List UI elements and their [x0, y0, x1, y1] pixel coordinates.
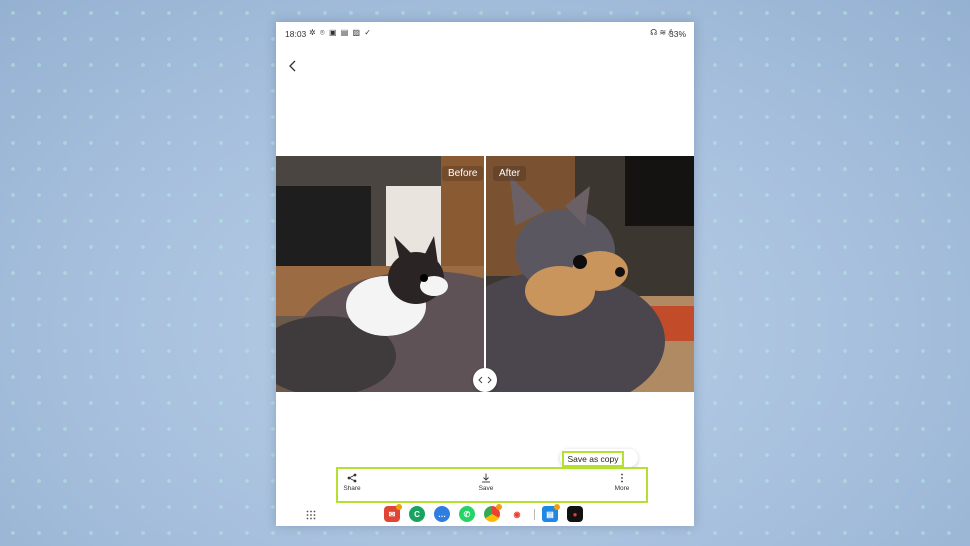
bottom-action-bar: Share Save More [336, 467, 648, 503]
battery-level: 33% [668, 29, 686, 39]
chevron-left-icon [289, 60, 296, 72]
chevrons-left-right-icon [478, 376, 492, 384]
whatsapp-app-icon[interactable]: ✆ [459, 506, 475, 522]
comparison-slider-handle[interactable] [473, 368, 497, 392]
save-button[interactable]: Save [466, 473, 506, 492]
maps-app-icon[interactable]: ◉ [509, 506, 525, 522]
status-bar: 18:03 ✲ ⌾ ▣ ▤ ▨ ✓ ☊ ≋ ⫽ 33% [276, 22, 694, 44]
download-icon [482, 473, 490, 483]
before-image [276, 156, 485, 392]
more-vertical-icon [621, 473, 623, 483]
status-time: 18:03 [285, 29, 307, 39]
phone-app-icon[interactable]: C [409, 506, 425, 522]
before-label: Before [442, 166, 484, 181]
notification-badge [496, 504, 502, 510]
save-as-copy-popup[interactable]: Save as copy [560, 449, 638, 467]
back-button[interactable] [284, 56, 302, 76]
comparison-divider [484, 156, 486, 392]
notification-badge [396, 504, 402, 510]
more-label: More [614, 485, 630, 492]
after-image [485, 156, 694, 392]
device-screen: 18:03 ✲ ⌾ ▣ ▤ ▨ ✓ ☊ ≋ ⫽ 33% Before After… [276, 22, 694, 526]
after-label: After [493, 166, 527, 181]
mail-app-icon[interactable]: ✉ [384, 504, 402, 522]
share-button[interactable]: Share [332, 473, 372, 492]
save-as-copy-option[interactable]: Save as copy [562, 451, 624, 467]
messages-app-icon[interactable]: … [434, 506, 450, 522]
screen-recorder-app-icon[interactable]: ● [567, 506, 583, 522]
apps-grid-icon[interactable] [306, 510, 316, 520]
share-label: Share [343, 485, 361, 492]
app-dock: ✉ C … ✆ ◉ ▤ ● [276, 504, 694, 526]
dock-separator [534, 509, 535, 520]
calendar-app-icon[interactable]: ▤ [542, 504, 560, 522]
more-button[interactable]: More [602, 473, 642, 492]
before-after-photo[interactable]: Before After [276, 156, 694, 392]
save-label: Save [478, 485, 494, 492]
notification-badge [554, 504, 560, 510]
share-icon [347, 473, 357, 483]
chrome-app-icon[interactable] [484, 504, 502, 522]
notification-icons: ✲ ⌾ ▣ ▤ ▨ ✓ [309, 28, 372, 37]
